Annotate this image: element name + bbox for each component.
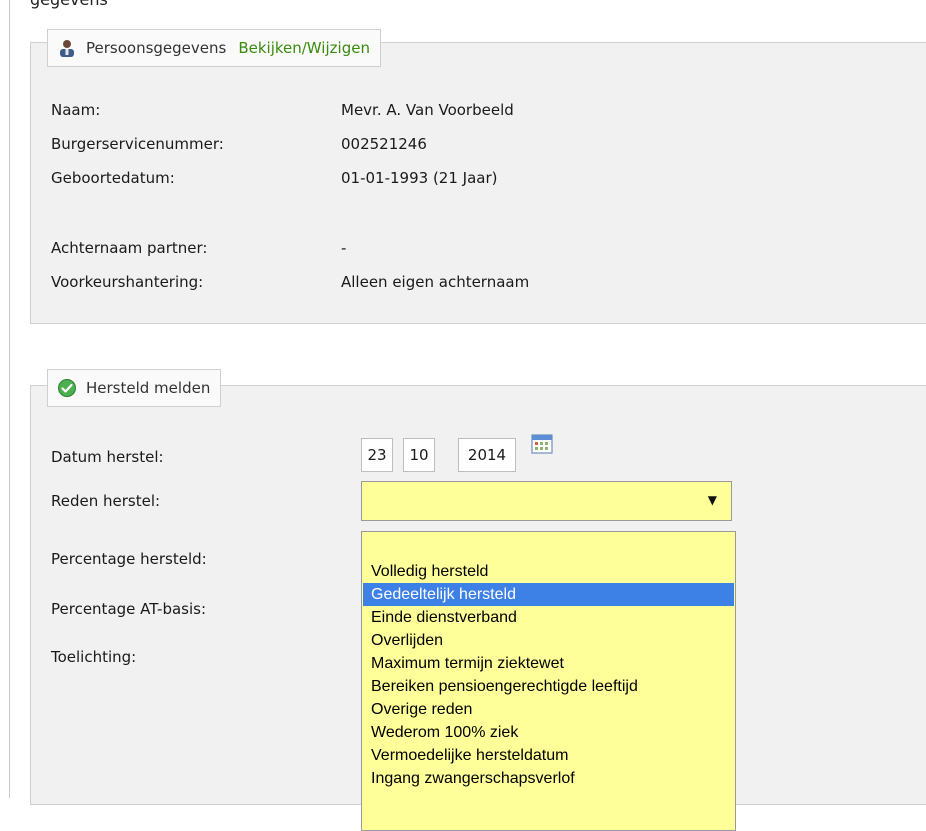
option-death[interactable]: Overlijden: [363, 629, 734, 652]
option-other-reason[interactable]: Overige reden: [363, 698, 734, 721]
personal-panel: Persoonsgegevens Bekijken/Wijzigen Naam:…: [30, 29, 926, 324]
recovery-legend: Hersteld melden: [47, 369, 222, 407]
option-full-recovery[interactable]: Volledig hersteld: [363, 560, 734, 583]
birthdate-value: 01-01-1993 (21 Jaar): [341, 169, 498, 187]
option-empty[interactable]: [363, 535, 734, 558]
partner-name-value: -: [341, 239, 347, 257]
comment-label: Toelichting:: [51, 648, 137, 666]
partner-name-label: Achternaam partner:: [51, 239, 208, 257]
name-label: Naam:: [51, 101, 101, 119]
recovery-panel: Hersteld melden Datum herstel: 23 10 201…: [30, 369, 926, 831]
left-border: [9, 0, 10, 798]
recovery-reason-options[interactable]: Volledig hersteld Gedeeltelijk hersteld …: [361, 531, 736, 831]
name-preference-label: Voorkeurshantering:: [51, 273, 204, 291]
option-maternity-leave[interactable]: Ingang zwangerschapsverlof: [363, 767, 734, 790]
recovery-reason-select[interactable]: ▼: [361, 481, 732, 521]
calendar-icon[interactable]: [531, 433, 553, 455]
option-pension-age[interactable]: Bereiken pensioengerechtigde leeftijd: [363, 675, 734, 698]
percentage-at-basis-label: Percentage AT-basis:: [51, 600, 207, 618]
row-name: Naam: Mevr. A. Van Voorbeeld: [51, 101, 911, 125]
month-input[interactable]: 10: [403, 438, 435, 472]
bsn-value: 002521246: [341, 135, 427, 153]
dropdown-arrow-icon[interactable]: ▼: [708, 493, 717, 507]
name-value: Mevr. A. Van Voorbeeld: [341, 101, 514, 119]
top-cut-text: gegevens: [30, 0, 108, 9]
option-partial-recovery[interactable]: Gedeeltelijk hersteld: [363, 583, 734, 606]
row-partner-name: Achternaam partner: -: [51, 239, 911, 263]
recovery-reason-label: Reden herstel:: [51, 492, 161, 510]
row-bsn: Burgerservicenummer: 002521246: [51, 135, 911, 159]
recovery-title: Hersteld melden: [86, 379, 211, 397]
option-again-sick[interactable]: Wederom 100% ziek: [363, 721, 734, 744]
view-edit-link[interactable]: Bekijken/Wijzigen: [238, 39, 370, 57]
option-expected-recovery-date[interactable]: Vermoedelijke hersteldatum: [363, 744, 734, 767]
year-input[interactable]: 2014: [458, 438, 516, 472]
option-max-term-sickness-act[interactable]: Maximum termijn ziektewet: [363, 652, 734, 675]
day-input[interactable]: 23: [361, 438, 393, 472]
check-circle-icon: [56, 377, 78, 399]
birthdate-label: Geboortedatum:: [51, 169, 175, 187]
option-end-employment[interactable]: Einde dienstverband: [363, 606, 734, 629]
row-name-preference: Voorkeurshantering: Alleen eigen achtern…: [51, 273, 911, 297]
bsn-label: Burgerservicenummer:: [51, 135, 224, 153]
recovery-date-label: Datum herstel:: [51, 448, 164, 466]
person-icon: [56, 37, 78, 59]
name-preference-value: Alleen eigen achternaam: [341, 273, 530, 291]
percentage-recovered-label: Percentage hersteld:: [51, 550, 207, 568]
personal-title: Persoonsgegevens: [86, 39, 227, 57]
row-birthdate: Geboortedatum: 01-01-1993 (21 Jaar): [51, 169, 911, 193]
personal-legend: Persoonsgegevens Bekijken/Wijzigen: [47, 29, 381, 67]
